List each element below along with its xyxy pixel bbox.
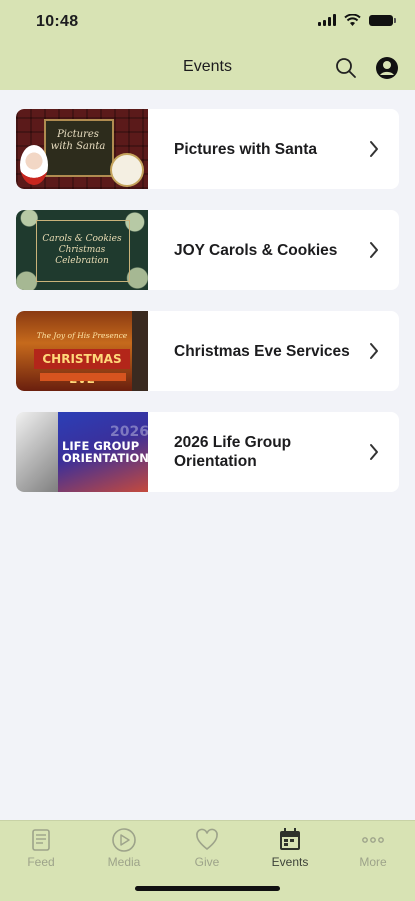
tab-media[interactable]: Media bbox=[89, 827, 159, 869]
play-icon bbox=[112, 828, 136, 852]
chevron-right-icon bbox=[370, 141, 378, 157]
chevron-right-icon bbox=[370, 444, 378, 460]
event-thumbnail: 2026 LIFE GROUP ORIENTATION bbox=[16, 412, 148, 492]
event-title: Pictures with Santa bbox=[174, 140, 317, 158]
status-icons bbox=[318, 14, 396, 26]
event-title: Christmas Eve Services bbox=[174, 342, 350, 360]
profile-icon[interactable] bbox=[375, 56, 399, 80]
tab-events[interactable]: Events bbox=[255, 827, 325, 869]
event-card-christmas-eve[interactable]: The Joy of His Presence CHRISTMAS EVE Ch… bbox=[16, 311, 399, 391]
status-time: 10:48 bbox=[36, 13, 79, 30]
signal-icon bbox=[318, 14, 336, 26]
battery-icon bbox=[369, 14, 396, 26]
top-header: 10:48 Events bbox=[0, 0, 415, 90]
more-icon bbox=[362, 837, 384, 843]
event-card-life-group-orientation[interactable]: 2026 LIFE GROUP ORIENTATION 2026 Life Gr… bbox=[16, 412, 399, 492]
event-thumbnail: Pictures with Santa bbox=[16, 109, 148, 189]
tab-feed[interactable]: Feed bbox=[6, 827, 76, 869]
event-thumbnail: Carols & Cookies Christmas Celebration bbox=[16, 210, 148, 290]
santa-image bbox=[20, 145, 48, 185]
calendar-icon bbox=[280, 828, 300, 850]
wifi-icon bbox=[344, 14, 361, 26]
chevron-right-icon bbox=[370, 242, 378, 258]
event-thumbnail: The Joy of His Presence CHRISTMAS EVE bbox=[16, 311, 148, 391]
tab-more[interactable]: More bbox=[338, 827, 408, 869]
event-card-joy-carols[interactable]: Carols & Cookies Christmas Celebration J… bbox=[16, 210, 399, 290]
heart-icon bbox=[196, 828, 218, 851]
events-list: Pictures with Santa Pictures with Santa … bbox=[16, 109, 399, 513]
event-title: JOY Carols & Cookies bbox=[174, 241, 338, 259]
event-card-pictures-with-santa[interactable]: Pictures with Santa Pictures with Santa bbox=[16, 109, 399, 189]
tab-give[interactable]: Give bbox=[172, 827, 242, 869]
chevron-right-icon bbox=[370, 343, 378, 359]
event-title: 2026 Life Group Orientation bbox=[174, 434, 292, 470]
search-icon[interactable] bbox=[334, 56, 358, 80]
feed-icon bbox=[32, 829, 50, 851]
clock-image bbox=[110, 153, 144, 187]
home-indicator bbox=[135, 886, 280, 891]
